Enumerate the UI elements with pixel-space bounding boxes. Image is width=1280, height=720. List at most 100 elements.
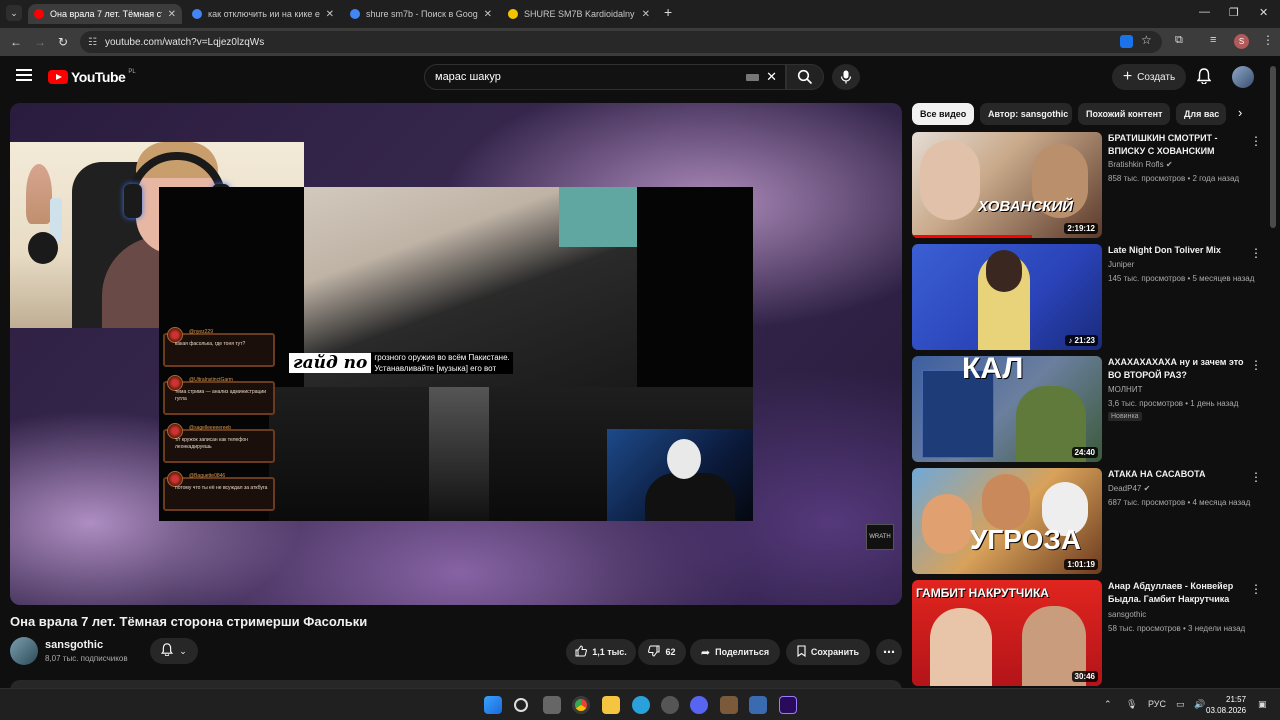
more-options-icon[interactable]: ⋮ xyxy=(1250,358,1262,372)
recommended-video[interactable]: ♪ 21:23 Late Night Don Toliver Mix Junip… xyxy=(912,244,1268,352)
share-button[interactable]: ➦ Поделиться xyxy=(690,639,780,665)
network-icon[interactable]: ▭ xyxy=(1176,699,1185,710)
more-options-icon[interactable]: ⋮ xyxy=(1250,134,1262,148)
system-clock[interactable]: 21:57 03.08.2026 xyxy=(1206,694,1246,716)
tab-search-button[interactable]: ⌄ xyxy=(6,5,22,21)
profile-avatar[interactable]: S xyxy=(1234,34,1249,49)
bookmark-star-icon[interactable]: ☆ xyxy=(1141,33,1152,47)
channel-watermark[interactable]: WRATH xyxy=(866,524,894,550)
new-tab-icon[interactable]: + xyxy=(664,4,672,20)
recommended-channel[interactable]: Bratishkin Rofls ✔ xyxy=(1108,160,1173,169)
explorer-icon[interactable] xyxy=(602,696,620,714)
media-icon[interactable]: ≡ xyxy=(1210,34,1216,46)
translate-icon[interactable] xyxy=(1120,35,1133,48)
recommended-video[interactable]: КАЛ 24:40 АХАХАХАХАХА ну и зачем это ВО … xyxy=(912,356,1268,464)
recommended-title[interactable]: Late Night Don Toliver Mix xyxy=(1108,244,1248,257)
reload-icon[interactable]: ↻ xyxy=(58,35,68,49)
recommended-title[interactable]: БРАТИШКИН СМОТРИТ - ВПИСКУ С ХОВАНСКИМ xyxy=(1108,132,1248,158)
thumbs-up-icon xyxy=(575,645,588,659)
browser-tab[interactable]: Она врала 7 лет. Тёмная сторо ✕ xyxy=(28,4,182,24)
telegram-icon[interactable] xyxy=(632,696,650,714)
search-icon[interactable] xyxy=(514,698,528,712)
search-input[interactable]: марас шакур ✕ xyxy=(424,64,786,90)
recommended-video[interactable]: УГРОЗА 1:01:19 АТАКА НА САСАВОТА DeadP47… xyxy=(912,468,1268,576)
back-icon[interactable]: ← xyxy=(10,35,22,49)
chip-all-videos[interactable]: Все видео xyxy=(912,103,974,125)
video-thumbnail[interactable]: ГАМБИТ НАКРУТЧИКА 30:46 xyxy=(912,580,1102,686)
page-scrollbar[interactable] xyxy=(1270,66,1276,228)
language-indicator[interactable]: РУС xyxy=(1148,699,1166,709)
game-icon[interactable] xyxy=(720,696,738,714)
recommended-channel[interactable]: МОЛНИТ xyxy=(1108,385,1142,394)
channel-name[interactable]: sansgothic xyxy=(45,639,103,651)
premiere-icon[interactable] xyxy=(779,696,797,714)
extensions-icon[interactable]: ⧉ xyxy=(1175,34,1183,47)
close-tab-icon[interactable]: ✕ xyxy=(168,9,176,20)
create-label: Создать xyxy=(1137,71,1176,83)
chat-nick: @sagelleeeeereeb xyxy=(189,425,232,431)
youtube-logo[interactable]: YouTube PL xyxy=(48,69,136,85)
address-bar[interactable]: ☷ youtube.com/watch?v=Lqjez0lzqWs xyxy=(80,31,1162,53)
clear-search-icon[interactable]: ✕ xyxy=(766,69,777,85)
search-button[interactable] xyxy=(786,64,824,90)
browser-tab[interactable]: как отключить ии на кике если ✕ xyxy=(186,4,340,24)
browser-tab[interactable]: shure sm7b - Поиск в Google ✕ xyxy=(344,4,498,24)
start-windows-icon[interactable] xyxy=(484,696,502,714)
app-icon[interactable] xyxy=(661,696,679,714)
recommended-video[interactable]: ГАМБИТ НАКРУТЧИКА 30:46 Анар Абдуллаев -… xyxy=(912,580,1268,688)
close-tab-icon[interactable]: ✕ xyxy=(326,9,334,20)
video-thumbnail[interactable]: КАЛ 24:40 xyxy=(912,356,1102,462)
share-icon: ➦ xyxy=(700,646,711,659)
notification-center-icon[interactable]: ▣ xyxy=(1258,699,1267,710)
forward-icon[interactable]: → xyxy=(34,35,46,49)
site-info-icon[interactable]: ☷ xyxy=(88,37,97,48)
close-tab-icon[interactable]: ✕ xyxy=(484,9,492,20)
recommended-channel[interactable]: sansgothic xyxy=(1108,610,1146,619)
recommended-channel[interactable]: DeadP47 ✔ xyxy=(1108,484,1150,493)
keyboard-icon[interactable] xyxy=(746,74,759,81)
video-player[interactable]: @nyez229 какая фасолька, где тоня тут? @… xyxy=(10,103,902,605)
chip-author[interactable]: Автор: sansgothic xyxy=(980,103,1072,125)
browser-menu-icon[interactable]: ⋮ xyxy=(1262,33,1274,47)
create-button[interactable]: + Создать xyxy=(1112,64,1186,90)
video-thumbnail[interactable]: ♪ 21:23 xyxy=(912,244,1102,350)
shield-icon[interactable] xyxy=(749,696,767,714)
google-favicon-icon xyxy=(192,9,202,19)
browser-tab[interactable]: SHURE SM7B Kardioidalny Mik ✕ xyxy=(502,4,656,24)
share-label: Поделиться xyxy=(715,647,770,657)
dislike-button[interactable]: 62 xyxy=(638,639,686,665)
more-options-icon[interactable]: ⋮ xyxy=(1250,470,1262,484)
more-options-icon[interactable]: ⋮ xyxy=(1250,246,1262,260)
account-avatar[interactable] xyxy=(1232,66,1254,88)
minimize-icon[interactable]: — xyxy=(1199,6,1210,18)
like-button[interactable]: 1,1 тыс. xyxy=(566,639,636,665)
volume-icon[interactable]: 🔊 xyxy=(1194,699,1205,710)
mic-tray-icon[interactable]: 🎙 xyxy=(1126,699,1137,710)
video-thumbnail[interactable]: УГРОЗА 1:01:19 xyxy=(912,468,1102,574)
recommended-channel[interactable]: Juniper xyxy=(1108,260,1134,269)
discord-icon[interactable] xyxy=(690,696,708,714)
hamburger-menu-icon[interactable] xyxy=(16,69,32,81)
voice-search-button[interactable] xyxy=(832,64,860,90)
more-options-icon[interactable]: ⋮ xyxy=(1250,582,1262,596)
notifications-bell-icon[interactable] xyxy=(1196,68,1212,89)
task-view-icon[interactable] xyxy=(543,696,561,714)
recommended-title[interactable]: АХАХАХАХАХА ну и зачем это ВО ВТОРОЙ РАЗ… xyxy=(1108,356,1248,382)
close-tab-icon[interactable]: ✕ xyxy=(642,9,650,20)
maximize-icon[interactable]: ❐ xyxy=(1229,6,1239,19)
recommended-title[interactable]: Анар Абдуллаев - Конвейер Быдла. Гамбит … xyxy=(1108,580,1248,606)
recommended-title[interactable]: АТАКА НА САСАВОТА xyxy=(1108,468,1248,481)
tray-chevron-icon[interactable]: ⌃ xyxy=(1104,699,1112,710)
video-thumbnail[interactable]: ХОВАНСКИЙ 2:19:12 xyxy=(912,132,1102,238)
subscription-bell-button[interactable]: ⌄ xyxy=(150,638,198,664)
chip-for-you[interactable]: Для вас xyxy=(1176,103,1226,125)
masked-person-head xyxy=(667,439,701,479)
channel-avatar[interactable] xyxy=(10,637,38,665)
recommended-video[interactable]: ХОВАНСКИЙ 2:19:12 БРАТИШКИН СМОТРИТ - ВП… xyxy=(912,132,1268,240)
chips-next-icon[interactable]: › xyxy=(1238,105,1242,120)
chip-related[interactable]: Похожий контент xyxy=(1078,103,1170,125)
save-button[interactable]: Сохранить xyxy=(786,639,870,665)
more-actions-button[interactable]: ⋯ xyxy=(876,639,902,665)
chrome-taskbar-icon[interactable] xyxy=(572,696,590,714)
close-window-icon[interactable]: ✕ xyxy=(1259,6,1268,19)
